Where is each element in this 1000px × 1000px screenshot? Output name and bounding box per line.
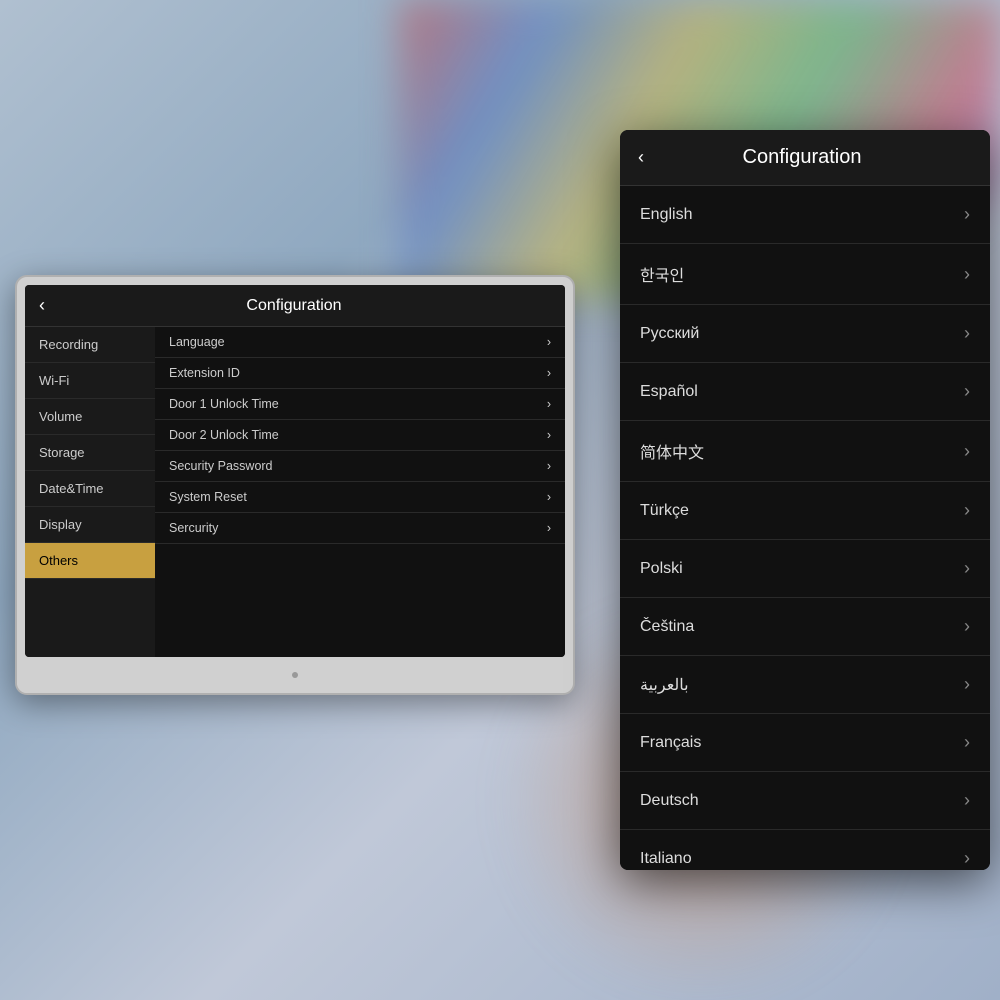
small-config-content: RecordingWi-FiVolumeStorageDate&TimeDisp… [25, 327, 565, 657]
language-label: English [640, 206, 692, 224]
small-device-screen: ‹ Configuration RecordingWi-FiVolumeStor… [25, 285, 565, 657]
language-row[interactable]: Italiano › [620, 830, 990, 870]
language-row[interactable]: Español › [620, 363, 990, 421]
setting-row[interactable]: Door 2 Unlock Time› [155, 420, 565, 451]
language-row[interactable]: 简体中文 › [620, 421, 990, 482]
chevron-right-icon: › [964, 558, 970, 579]
language-label: 한국인 [640, 262, 684, 286]
nav-item-volume[interactable]: Volume [25, 399, 155, 435]
setting-row[interactable]: Door 1 Unlock Time› [155, 389, 565, 420]
nav-item-storage[interactable]: Storage [25, 435, 155, 471]
language-row[interactable]: 한국인 › [620, 244, 990, 305]
language-label: Français [640, 734, 701, 752]
nav-item-date-time[interactable]: Date&Time [25, 471, 155, 507]
language-label: Deutsch [640, 792, 699, 810]
language-row[interactable]: Türkçe › [620, 482, 990, 540]
chevron-right-icon: › [964, 264, 970, 285]
small-nav-left: RecordingWi-FiVolumeStorageDate&TimeDisp… [25, 327, 155, 657]
nav-item-display[interactable]: Display [25, 507, 155, 543]
language-row[interactable]: Deutsch › [620, 772, 990, 830]
language-label: بالعربية [640, 675, 689, 695]
large-config-header: ‹ Configuration [620, 130, 990, 186]
setting-row[interactable]: Extension ID› [155, 358, 565, 389]
setting-row[interactable]: Language› [155, 327, 565, 358]
language-row[interactable]: Čeština › [620, 598, 990, 656]
chevron-right-icon: › [964, 441, 970, 462]
language-label: Italiano [640, 850, 692, 868]
nav-item-wi-fi[interactable]: Wi-Fi [25, 363, 155, 399]
chevron-right-icon: › [964, 204, 970, 225]
small-device-bottom [17, 657, 573, 693]
language-row[interactable]: Русский › [620, 305, 990, 363]
language-row[interactable]: بالعربية › [620, 656, 990, 714]
chevron-right-icon: › [547, 366, 551, 380]
chevron-right-icon: › [964, 848, 970, 869]
setting-row[interactable]: System Reset› [155, 482, 565, 513]
nav-item-recording[interactable]: Recording [25, 327, 155, 363]
setting-row[interactable]: Sercurity› [155, 513, 565, 544]
language-label: Türkçe [640, 502, 689, 520]
large-back-button[interactable]: ‹ [638, 147, 644, 168]
language-label: Polski [640, 560, 683, 578]
chevron-right-icon: › [964, 674, 970, 695]
chevron-right-icon: › [547, 335, 551, 349]
chevron-right-icon: › [964, 381, 970, 402]
setting-row[interactable]: Security Password› [155, 451, 565, 482]
small-device: ‹ Configuration RecordingWi-FiVolumeStor… [15, 275, 575, 695]
language-row[interactable]: English › [620, 186, 990, 244]
large-device: ‹ Configuration English›한국인›Русский›Espa… [620, 130, 990, 870]
language-label: Čeština [640, 618, 694, 636]
chevron-right-icon: › [547, 490, 551, 504]
nav-item-others[interactable]: Others [25, 543, 155, 579]
small-settings-right: Language›Extension ID›Door 1 Unlock Time… [155, 327, 565, 657]
language-row[interactable]: Polski › [620, 540, 990, 598]
chevron-right-icon: › [964, 500, 970, 521]
chevron-right-icon: › [964, 790, 970, 811]
language-row[interactable]: Français › [620, 714, 990, 772]
small-back-button[interactable]: ‹ [39, 295, 45, 316]
language-label: Español [640, 383, 698, 401]
device-dot [292, 672, 298, 678]
small-config-title: Configuration [57, 297, 531, 315]
chevron-right-icon: › [964, 323, 970, 344]
chevron-right-icon: › [964, 616, 970, 637]
language-label: 简体中文 [640, 439, 704, 463]
language-label: Русский [640, 325, 699, 343]
chevron-right-icon: › [547, 397, 551, 411]
large-config-title: Configuration [656, 146, 948, 169]
language-list: English › 한국인 › Русский › Español › 简体中文 › Türkçe ›… [620, 186, 990, 870]
chevron-right-icon: › [547, 428, 551, 442]
chevron-right-icon: › [547, 521, 551, 535]
small-config-header: ‹ Configuration [25, 285, 565, 327]
chevron-right-icon: › [964, 732, 970, 753]
chevron-right-icon: › [547, 459, 551, 473]
